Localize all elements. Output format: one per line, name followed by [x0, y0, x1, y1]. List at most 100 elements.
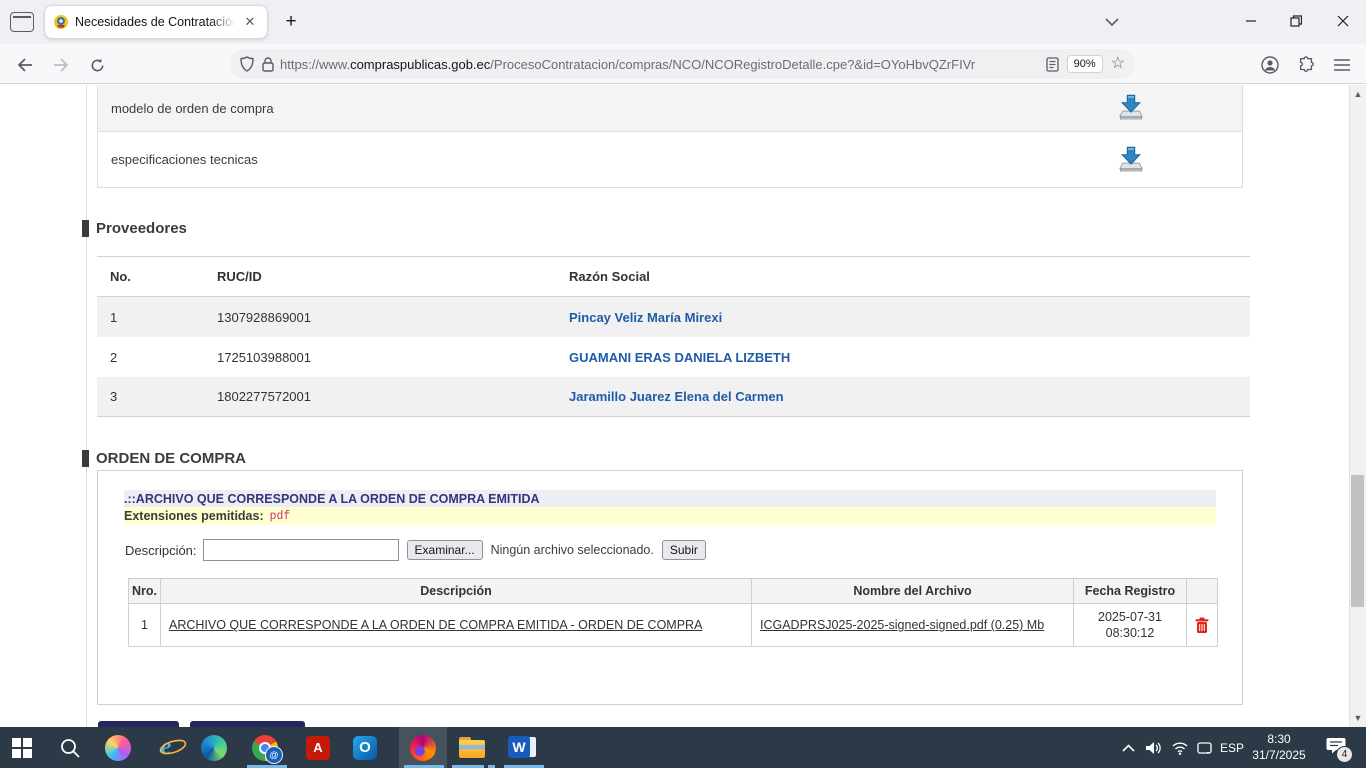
browser-tab[interactable]: Necesidades de Contratación y ✕	[44, 5, 268, 39]
proveedor-row: 1 1307928869001 Pincay Veliz María Mirex…	[97, 297, 1250, 337]
no-file-text: Ningún archivo seleccionado.	[491, 543, 654, 557]
window-restore-button[interactable]	[1281, 8, 1311, 34]
examinar-button[interactable]: Examinar...	[407, 540, 483, 560]
forward-button[interactable]	[48, 52, 74, 78]
tray-date: 31/7/2025	[1248, 747, 1310, 763]
cell-no: 1	[97, 310, 217, 325]
attachment-row: modelo de orden de compra	[98, 85, 1242, 132]
file-description-link[interactable]: ARCHIVO QUE CORRESPONDE A LA ORDEN DE CO…	[169, 618, 702, 632]
descripcion-label: Descripción:	[125, 543, 197, 558]
tab-title: Necesidades de Contratación y	[75, 15, 235, 29]
edge-icon[interactable]	[192, 727, 236, 768]
bookmark-star-icon[interactable]: ☆	[1111, 56, 1125, 72]
tab-close-icon[interactable]: ✕	[241, 13, 259, 31]
cell-ruc: 1802277572001	[217, 389, 569, 404]
cell-no: 3	[97, 389, 217, 404]
tab-favicon-ecuador-icon	[53, 14, 69, 30]
content-left-border	[86, 85, 87, 727]
back-button[interactable]	[12, 52, 38, 78]
notification-count-badge: 4	[1336, 746, 1353, 763]
copilot-icon[interactable]	[96, 727, 140, 768]
cell-no: 2	[97, 350, 217, 365]
shield-icon[interactable]	[240, 56, 254, 72]
orden-box: .::ARCHIVO QUE CORRESPONDE A LA ORDEN DE…	[97, 470, 1243, 705]
search-icon[interactable]	[48, 727, 92, 768]
scrollbar-thumb[interactable]	[1351, 475, 1364, 607]
proveedores-heading: Proveedores	[96, 220, 187, 237]
cell-nro: 1	[129, 604, 161, 646]
col-no: No.	[97, 269, 217, 284]
col-razon: Razón Social	[569, 269, 1250, 284]
extensiones-value: pdf	[270, 510, 291, 523]
extensiones-label: Extensiones pemitidas:	[124, 509, 264, 523]
scrollbar-track[interactable]	[1349, 85, 1366, 727]
proveedor-link[interactable]: Jaramillo Juarez Elena del Carmen	[569, 389, 784, 404]
proveedores-header-row: No. RUC/ID Razón Social	[97, 256, 1250, 297]
archivo-title-bar: .::ARCHIVO QUE CORRESPONDE A LA ORDEN DE…	[124, 490, 1216, 507]
menu-hamburger-icon[interactable]	[1328, 51, 1356, 79]
page-content: modelo de orden de compra especificacion…	[0, 85, 1349, 727]
scrollbar-up-arrow[interactable]: ▲	[1352, 88, 1364, 100]
proveedores-section-header: Proveedores	[82, 220, 187, 237]
col-nro: Nro.	[129, 579, 161, 603]
proveedores-table: No. RUC/ID Razón Social 1 1307928869001 …	[97, 256, 1250, 417]
zoom-level-badge[interactable]: 90%	[1067, 55, 1103, 73]
scrollbar-down-arrow[interactable]: ▼	[1352, 712, 1364, 724]
internet-explorer-icon[interactable]: e	[144, 727, 188, 768]
firefox-view-icon[interactable]	[10, 12, 34, 32]
file-name-link[interactable]: ICGADPRSJ025-2025-signed-signed.pdf (0.2…	[760, 618, 1044, 632]
cell-ruc: 1725103988001	[217, 350, 569, 365]
extensions-puzzle-icon[interactable]	[1292, 51, 1320, 79]
attachment-label: modelo de orden de compra	[98, 101, 274, 116]
delete-trash-icon[interactable]	[1195, 617, 1209, 634]
url-text: https://www.compraspublicas.gob.ec/Proce…	[280, 57, 1046, 72]
tray-time: 8:30	[1248, 731, 1310, 747]
new-tab-button[interactable]: +	[280, 12, 302, 34]
col-archivo: Nombre del Archivo	[752, 579, 1074, 603]
file-table-header: Nro. Descripción Nombre del Archivo Fech…	[129, 579, 1217, 604]
acrobat-icon[interactable]: A	[296, 727, 340, 768]
reload-button[interactable]	[84, 52, 110, 78]
notification-center-icon[interactable]: 4	[1316, 727, 1356, 768]
orden-heading: ORDEN DE COMPRA	[96, 450, 246, 467]
outlook-icon[interactable]: O	[343, 727, 387, 768]
list-tabs-chevron-icon[interactable]	[1100, 12, 1124, 32]
subir-button[interactable]: Subir	[662, 540, 706, 560]
descripcion-input[interactable]	[203, 539, 399, 561]
orden-section-header: ORDEN DE COMPRA	[82, 450, 246, 467]
proveedor-row: 2 1725103988001 GUAMANI ERAS DANIELA LIZ…	[97, 337, 1250, 377]
attachment-label: especificaciones tecnicas	[98, 152, 258, 167]
account-icon[interactable]	[1256, 51, 1284, 79]
lock-icon[interactable]	[262, 57, 274, 72]
screen: Necesidades de Contratación y ✕ + https:…	[0, 0, 1366, 768]
tray-clock[interactable]: 8:30 31/7/2025	[1248, 731, 1310, 763]
attachment-row: especificaciones tecnicas	[98, 132, 1242, 187]
window-minimize-button[interactable]	[1236, 8, 1266, 34]
proveedor-link[interactable]: GUAMANI ERAS DANIELA LIZBETH	[569, 350, 790, 365]
reader-view-icon[interactable]	[1046, 57, 1059, 72]
col-descripcion: Descripción	[161, 579, 752, 603]
window-close-button[interactable]	[1328, 8, 1358, 34]
col-actions	[1187, 579, 1217, 603]
col-fecha: Fecha Registro	[1074, 579, 1187, 603]
start-button[interactable]	[0, 727, 44, 768]
file-table: Nro. Descripción Nombre del Archivo Fech…	[128, 578, 1218, 647]
chrome-profile-badge: @	[265, 746, 283, 764]
cell-fecha: 2025-07-31 08:30:12	[1074, 604, 1187, 646]
proveedor-link[interactable]: Pincay Veliz María Mirexi	[569, 310, 722, 325]
url-bar[interactable]: https://www.compraspublicas.gob.ec/Proce…	[230, 49, 1135, 79]
file-row: 1 ARCHIVO QUE CORRESPONDE A LA ORDEN DE …	[129, 604, 1217, 646]
firefox-icon[interactable]	[401, 727, 445, 768]
cell-ruc: 1307928869001	[217, 310, 569, 325]
extensiones-bar: Extensiones pemitidas: pdf	[124, 507, 1216, 525]
col-ruc: RUC/ID	[217, 269, 569, 284]
download-icon[interactable]	[1116, 92, 1146, 125]
proveedor-row: 3 1802277572001 Jaramillo Juarez Elena d…	[97, 377, 1250, 417]
word-icon[interactable]: W	[500, 727, 544, 768]
attachments-table: modelo de orden de compra especificacion…	[97, 85, 1243, 188]
download-icon[interactable]	[1116, 143, 1146, 176]
chrome-icon[interactable]: @	[243, 727, 287, 768]
language-indicator[interactable]: ESP	[1214, 727, 1250, 768]
file-explorer-icon[interactable]	[450, 727, 494, 768]
section-bar	[82, 450, 89, 467]
